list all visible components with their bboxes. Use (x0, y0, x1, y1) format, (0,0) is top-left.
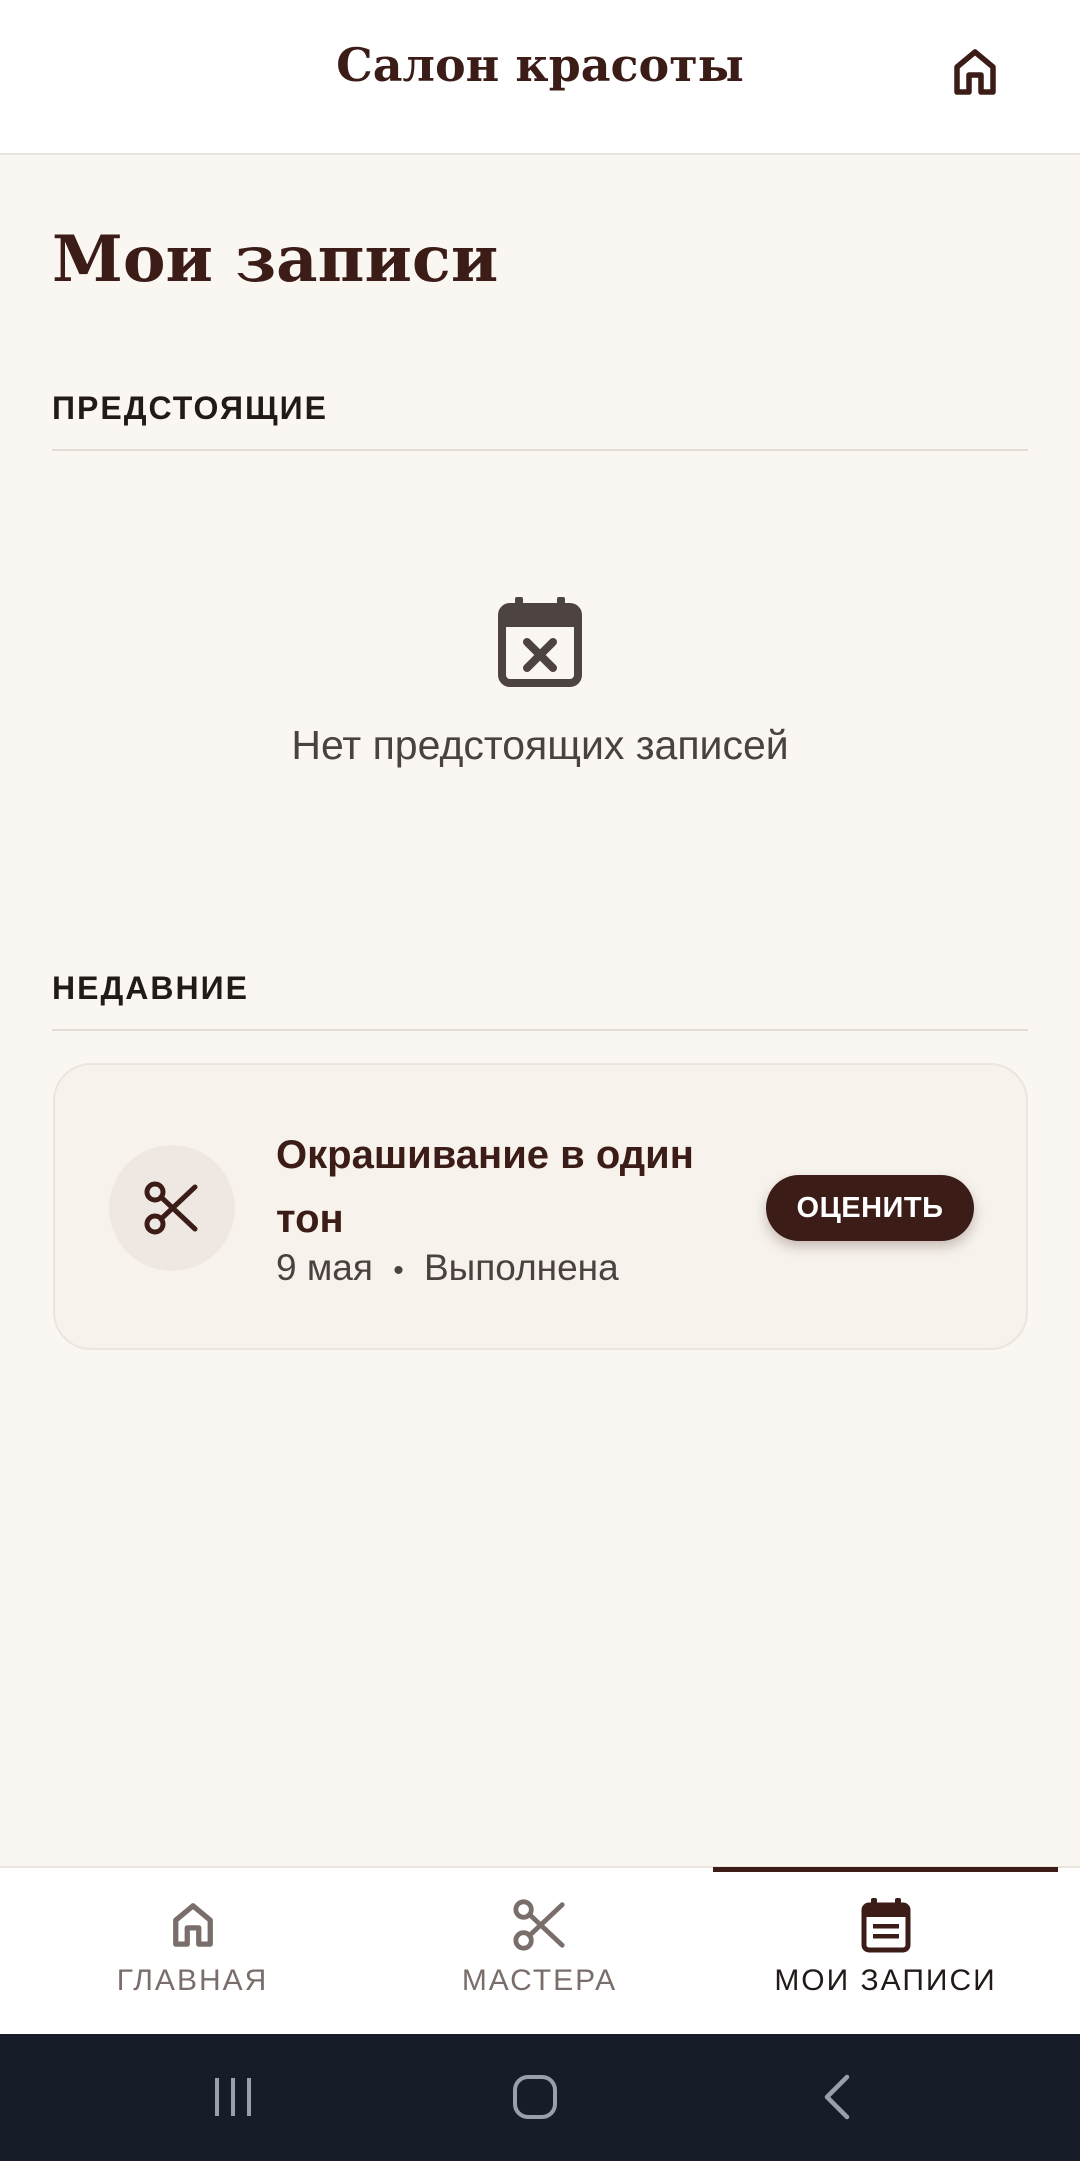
rate-button[interactable]: ОЦЕНИТЬ (766, 1175, 974, 1241)
appointment-meta: 9 мая • Выполнена (276, 1247, 619, 1289)
appointment-status: Выполнена (424, 1247, 619, 1288)
recent-section-header: НЕДАВНИЕ (52, 970, 249, 1006)
empty-state-text: Нет предстоящих записей (291, 722, 789, 768)
recent-apps-icon (215, 2078, 251, 2116)
home-icon (172, 1903, 213, 1947)
home-button[interactable] (945, 40, 1005, 104)
recent-divider (52, 1029, 1028, 1031)
nav-label-masters: МАСТЕРА (461, 1964, 618, 1997)
page-title: Мои записи (52, 222, 499, 297)
appointment-date: 9 мая (276, 1247, 373, 1288)
nav-item-home[interactable]: ГЛАВНАЯ (15, 1868, 370, 2036)
nav-item-masters[interactable]: МАСТЕРА (362, 1868, 717, 2036)
appointment-card[interactable]: Окрашивание в один тон 9 мая • Выполнена… (53, 1063, 1028, 1350)
nav-item-my-appointments[interactable]: МОИ ЗАПИСИ (708, 1868, 1063, 2036)
scissors-icon (144, 1181, 198, 1235)
home-button-icon (513, 2075, 557, 2119)
recent-apps-button[interactable] (188, 2062, 278, 2132)
system-nav-bar (0, 2034, 1080, 2161)
home-icon (954, 49, 996, 95)
meta-separator: • (393, 1254, 404, 1287)
upcoming-divider (52, 449, 1028, 451)
nav-label-my-appointments: МОИ ЗАПИСИ (774, 1964, 997, 1997)
back-button[interactable] (792, 2062, 882, 2132)
upcoming-section-header: ПРЕДСТОЯЩИЕ (52, 390, 328, 426)
active-tab-indicator (713, 1867, 1058, 1872)
app-bar: Салон красоты (0, 0, 1080, 155)
home-system-button[interactable] (490, 2062, 580, 2132)
app-title: Салон красоты (336, 38, 744, 92)
service-avatar (109, 1145, 235, 1271)
service-name: Окрашивание в один тон (276, 1133, 694, 1241)
back-icon (824, 2074, 850, 2120)
scissors-icon (512, 1899, 565, 1951)
nav-label-home: ГЛАВНАЯ (116, 1964, 269, 1997)
calendar-icon (861, 1898, 910, 1953)
bottom-nav: ГЛАВНАЯ МАСТЕРА МОИ ЗАПИСИ (0, 1866, 1080, 2034)
calendar-x-icon (498, 597, 582, 687)
